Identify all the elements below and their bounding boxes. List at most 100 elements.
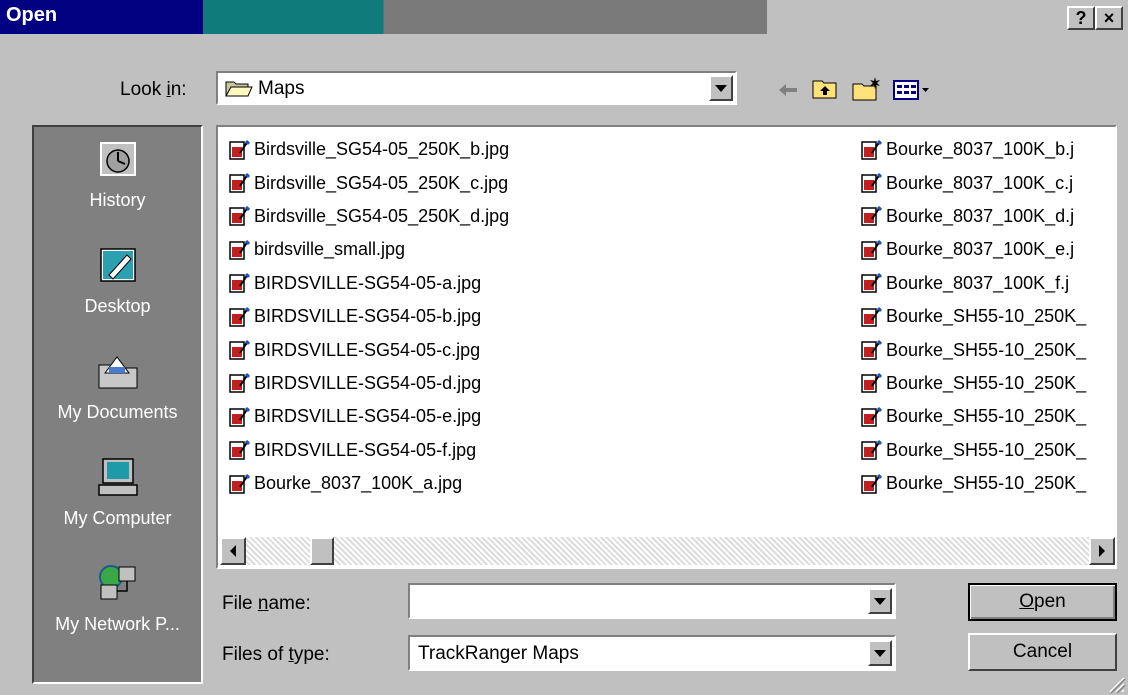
place-my-documents[interactable]: My Documents [34, 351, 201, 423]
file-name-text: BIRDSVILLE-SG54-05-e.jpg [254, 406, 482, 427]
cancel-button[interactable]: Cancel [968, 633, 1117, 671]
file-type-value: TrackRanger Maps [418, 643, 579, 664]
open-button[interactable]: Open [968, 583, 1117, 621]
file-item[interactable]: BIRDSVILLE-SG54-05-c.jpg [228, 333, 509, 366]
open-button-label: Open [1019, 591, 1066, 612]
look-in-label: Look in: [120, 79, 187, 100]
file-item[interactable]: BIRDSVILLE-SG54-05-a.jpg [228, 267, 509, 300]
jpg-file-icon [861, 173, 882, 193]
file-name-text: birdsville_small.jpg [254, 239, 406, 260]
file-type-label: Files of type: [222, 644, 330, 665]
file-name-text: Bourke_8037_100K_a.jpg [254, 473, 463, 494]
jpg-file-icon [229, 373, 250, 394]
scroll-left-button[interactable] [220, 537, 246, 565]
file-name-text: Bourke_SH55-10_250K_ [886, 339, 1087, 360]
jpg-file-icon [861, 373, 882, 394]
history-icon [99, 142, 136, 176]
file-item[interactable]: Bourke_8037_100K_e.j [860, 233, 1115, 266]
look-in-combobox[interactable]: Maps [216, 71, 737, 105]
place-label: My Network P... [55, 614, 180, 634]
file-item[interactable]: Bourke_8037_100K_b.j [860, 133, 1115, 166]
jpg-file-icon [861, 139, 882, 160]
file-type-dropdown-button[interactable] [868, 640, 892, 666]
place-my-computer[interactable]: My Computer [34, 457, 201, 529]
jpg-file-icon [229, 139, 250, 160]
file-name-text: Bourke_SH55-10_250K_ [886, 439, 1087, 460]
file-item[interactable]: birdsville_small.jpg [228, 233, 509, 266]
jpg-file-icon [861, 239, 882, 260]
file-name-combobox[interactable] [408, 583, 896, 619]
new-folder-icon[interactable] [852, 76, 882, 102]
jpg-file-icon [229, 173, 250, 193]
title-bar[interactable]: Open ? × [0, 0, 1128, 34]
my-network-places-icon [98, 565, 135, 600]
file-name-text: BIRDSVILLE-SG54-05-c.jpg [254, 339, 481, 360]
place-history[interactable]: History [34, 139, 201, 211]
file-name-text: Bourke_8037_100K_b.j [886, 139, 1075, 160]
place-label: History [89, 190, 146, 210]
scroll-left-arrow-icon [230, 545, 236, 557]
file-item[interactable]: Bourke_SH55-10_250K_ [860, 300, 1115, 333]
file-item[interactable]: BIRDSVILLE-SG54-05-e.jpg [228, 400, 509, 433]
jpg-file-icon [861, 473, 882, 494]
place-desktop[interactable]: Desktop [34, 245, 201, 317]
jpg-file-icon [229, 406, 250, 427]
my-documents-icon [98, 356, 137, 389]
file-name-text: BIRDSVILLE-SG54-05-d.jpg [254, 372, 482, 393]
size-grip-icon[interactable] [1106, 674, 1126, 694]
look-in-value: Maps [258, 78, 305, 99]
jpg-file-icon [229, 440, 250, 460]
file-item[interactable]: BIRDSVILLE-SG54-05-d.jpg [228, 367, 509, 400]
jpg-file-icon [861, 306, 882, 327]
file-item[interactable]: Bourke_SH55-10_250K_ [860, 367, 1115, 400]
help-button[interactable]: ? [1067, 6, 1095, 30]
file-name-dropdown-button[interactable] [868, 588, 892, 614]
file-name-text: Bourke_SH55-10_250K_ [886, 406, 1087, 427]
scroll-right-arrow-icon [1099, 545, 1105, 557]
close-button[interactable]: × [1095, 6, 1123, 30]
place-label: My Documents [57, 402, 178, 422]
file-item[interactable]: Bourke_8037_100K_f.j [860, 267, 1115, 300]
jpg-file-icon [229, 473, 250, 494]
view-menu-icon[interactable] [893, 80, 931, 100]
file-name-text: BIRDSVILLE-SG54-05-b.jpg [254, 306, 482, 327]
jpg-file-icon [229, 339, 250, 360]
file-item[interactable]: Bourke_SH55-10_250K_ [860, 467, 1115, 500]
file-type-combobox[interactable]: TrackRanger Maps [408, 635, 896, 671]
place-my-network[interactable]: My Network P... [34, 563, 201, 635]
file-name-text: Birdsville_SG54-05_250K_b.jpg [254, 139, 510, 160]
scroll-thumb[interactable] [310, 537, 334, 565]
horizontal-scrollbar[interactable] [220, 537, 1115, 565]
file-item[interactable]: Birdsville_SG54-05_250K_b.jpg [228, 133, 509, 166]
file-column-right: Bourke_8037_100K_b.j Bourke_8037_100K_c.j… [860, 133, 1115, 500]
file-item[interactable]: Birdsville_SG54-05_250K_c.jpg [228, 166, 509, 199]
file-item[interactable]: Bourke_SH55-10_250K_ [860, 434, 1115, 467]
window-title: Open [6, 4, 58, 26]
file-name-text: BIRDSVILLE-SG54-05-a.jpg [254, 272, 482, 293]
file-name-text: Bourke_8037_100K_c.j [886, 172, 1074, 193]
file-column-left: Birdsville_SG54-05_250K_b.jpg Birdsville_… [228, 133, 509, 500]
my-computer-icon [97, 458, 138, 496]
file-item[interactable]: Birdsville_SG54-05_250K_d.jpg [228, 200, 509, 233]
file-item[interactable]: BIRDSVILLE-SG54-05-f.jpg [228, 434, 509, 467]
back-arrow-icon[interactable] [776, 80, 800, 100]
file-list[interactable]: Birdsville_SG54-05_250K_b.jpg Birdsville_… [216, 125, 1117, 569]
jpg-file-icon [229, 306, 250, 327]
file-item[interactable]: BIRDSVILLE-SG54-05-b.jpg [228, 300, 509, 333]
look-in-dropdown-button[interactable] [709, 75, 733, 101]
file-item[interactable]: Bourke_8037_100K_d.j [860, 200, 1115, 233]
up-folder-icon[interactable] [812, 78, 838, 100]
desktop-icon [99, 248, 136, 282]
jpg-file-icon [861, 406, 882, 427]
file-name-text: Bourke_8037_100K_f.j [886, 272, 1070, 293]
file-item[interactable]: Bourke_8037_100K_c.j [860, 166, 1115, 199]
file-name-text: Birdsville_SG54-05_250K_c.jpg [254, 172, 509, 193]
file-name-text: Bourke_8037_100K_d.j [886, 205, 1075, 226]
scroll-right-button[interactable] [1089, 537, 1115, 565]
file-name-text: Bourke_SH55-10_250K_ [886, 473, 1087, 494]
file-item[interactable]: Bourke_SH55-10_250K_ [860, 400, 1115, 433]
file-item[interactable]: Bourke_8037_100K_a.jpg [228, 467, 509, 500]
file-item[interactable]: Bourke_SH55-10_250K_ [860, 333, 1115, 366]
file-name-label: File name: [222, 593, 311, 614]
jpg-file-icon [229, 206, 250, 227]
